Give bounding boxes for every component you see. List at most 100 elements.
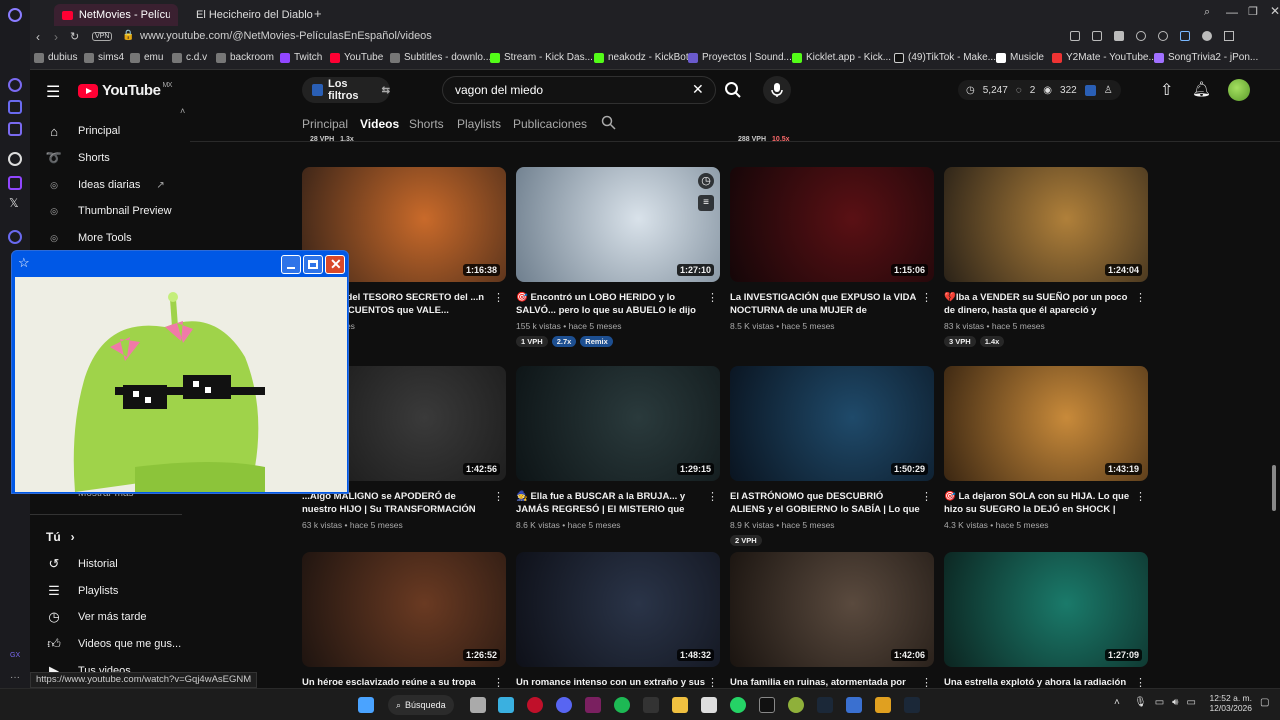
translate-icon[interactable]: [1180, 31, 1190, 41]
clock[interactable]: 12:52 a. m. 12/03/2026: [1208, 693, 1252, 713]
video-card[interactable]: 1:24:04 💔Iba a VENDER su SUEÑO por un poc…: [944, 167, 1148, 347]
forward-icon[interactable]: ›: [54, 30, 58, 44]
bookmark-item[interactable]: neakodz - KickBot: [594, 52, 689, 63]
more-actions-icon[interactable]: ⋮: [921, 490, 932, 503]
video-thumbnail[interactable]: 1:48:32: [516, 552, 720, 667]
video-title[interactable]: 🎯 La dejaron SOLA con su HIJA. Lo que hi…: [944, 490, 1148, 516]
minimize-button[interactable]: [281, 255, 301, 274]
tray-chevron-icon[interactable]: ˄: [1114, 697, 1120, 708]
youtube-logo[interactable]: YouTube MX: [78, 82, 172, 99]
close-button[interactable]: ✕: [325, 255, 345, 274]
more-actions-icon[interactable]: ⋮: [921, 291, 932, 304]
metric-pill[interactable]: Remix: [580, 336, 613, 347]
vpn-badge[interactable]: VPN: [92, 32, 113, 41]
tab-playlists[interactable]: Playlists: [457, 117, 501, 131]
voice-search-button[interactable]: [763, 76, 791, 104]
bookmark-item[interactable]: Stream - Kick Das...: [490, 52, 593, 63]
snapshot-icon[interactable]: [1070, 31, 1080, 41]
bookmark-item[interactable]: (49)TikTok - Make...: [894, 52, 996, 63]
sidebar-item-thumbnail-preview[interactable]: ◎ Thumbnail Preview: [46, 203, 171, 219]
video-thumbnail[interactable]: ◷ ≡ 1:27:10: [516, 167, 720, 282]
workspace-icon[interactable]: [8, 100, 22, 114]
wallet-icon[interactable]: [1092, 31, 1102, 41]
video-thumbnail[interactable]: 1:42:06: [730, 552, 934, 667]
tab-shorts[interactable]: Shorts: [409, 117, 444, 131]
bookmark-item[interactable]: Kicklet.app - Kick...: [792, 52, 891, 63]
gx-icon[interactable]: GX: [10, 652, 20, 659]
bookmark-item[interactable]: sims4: [84, 52, 124, 63]
bookmark-item[interactable]: Y2Mate - YouTube...: [1052, 52, 1157, 63]
opera-gx-icon[interactable]: [527, 697, 543, 713]
video-title[interactable]: 💔Iba a VENDER su SUEÑO por un poco de di…: [944, 291, 1148, 317]
video-thumbnail[interactable]: 1:15:06: [730, 167, 934, 282]
notifications-icon[interactable]: 🔔︎: [1192, 80, 1211, 98]
video-card[interactable]: 1:29:15 🧙 Ella fue a BUSCAR a la BRUJA...…: [516, 366, 720, 530]
clear-search-icon[interactable]: ✕: [692, 81, 704, 98]
video-card[interactable]: 1:15:06 La INVESTIGACIÓN que EXPUSO la VI…: [730, 167, 934, 331]
floating-window[interactable]: ☆ ✕: [11, 250, 349, 494]
video-thumbnail[interactable]: 1:26:52: [302, 552, 506, 667]
video-thumbnail[interactable]: 1:29:15: [516, 366, 720, 481]
whatsapp-icon[interactable]: [730, 697, 746, 713]
player-icon[interactable]: [8, 230, 22, 244]
you-section-header[interactable]: Tú ›: [46, 530, 75, 544]
more-actions-icon[interactable]: ⋮: [1135, 490, 1146, 503]
app-icon[interactable]: [585, 697, 601, 713]
page-scrollbar-thumb[interactable]: [1272, 465, 1276, 511]
video-card[interactable]: 1:27:09 Una estrella explotó y ahora la r…: [944, 552, 1148, 702]
spotify-icon[interactable]: [614, 697, 630, 713]
tab-netmovies[interactable]: NetMovies - Películas En E: [54, 4, 178, 26]
start-icon[interactable]: [358, 697, 374, 713]
send-icon[interactable]: [1136, 31, 1146, 41]
tab-publicaciones[interactable]: Publicaciones: [513, 117, 587, 131]
minimize-icon[interactable]: —: [1226, 5, 1238, 19]
more-actions-icon[interactable]: ⋮: [707, 291, 718, 304]
sidebar-item-more-tools[interactable]: ◎ More Tools: [46, 230, 132, 246]
reload-icon[interactable]: ↻: [70, 30, 79, 43]
extensions-icon[interactable]: [1202, 31, 1212, 41]
sidebar-item-shorts[interactable]: ➰ Shorts: [46, 150, 110, 166]
download-icon[interactable]: [1224, 31, 1234, 41]
aria-icon[interactable]: [8, 78, 22, 92]
filters-button[interactable]: Los filtros ⇆: [302, 77, 390, 103]
collapse-icon[interactable]: ˄: [180, 106, 185, 116]
steam-icon[interactable]: [904, 697, 920, 713]
extension-icon[interactable]: [8, 122, 22, 136]
opera-logo-icon[interactable]: [8, 8, 22, 22]
x-icon[interactable]: 𝕏: [9, 196, 19, 210]
task-view-icon[interactable]: [470, 697, 486, 713]
notifications-icon[interactable]: ▢: [1260, 697, 1269, 708]
notepad-icon[interactable]: [498, 697, 514, 713]
new-tab-icon[interactable]: +: [314, 6, 322, 21]
app-icon[interactable]: [846, 697, 862, 713]
search-input[interactable]: vagon del miedo: [442, 76, 716, 104]
sidebar-item-principal[interactable]: ⌂ Principal: [46, 123, 120, 139]
tab-videos[interactable]: Videos: [360, 117, 399, 131]
app-icon[interactable]: [875, 697, 891, 713]
close-window-icon[interactable]: ✕: [1270, 4, 1280, 18]
bookmark-item[interactable]: YouTube: [330, 52, 383, 63]
sidebar-item-historial[interactable]: ↺ Historial: [46, 556, 118, 572]
video-title[interactable]: 🧙 Ella fue a BUSCAR a la BRUJA... y JAMÁ…: [516, 490, 720, 516]
bookmark-item[interactable]: Proyectos | Sound...: [688, 52, 792, 63]
tab-hechicero[interactable]: El Hecicheiro del Diablo: [182, 4, 314, 26]
more-icon[interactable]: ···: [10, 672, 20, 683]
video-card[interactable]: 1:48:32 Un romance intenso con un extraño…: [516, 552, 720, 702]
avatar[interactable]: [1228, 79, 1250, 101]
search-tabs-icon[interactable]: ⌕: [1204, 6, 1210, 19]
sidebar-item-playlists[interactable]: ☰ Playlists: [46, 583, 118, 599]
system-tray[interactable]: 🎙︎ ▭ 🔊︎ ▭: [1134, 697, 1196, 708]
steam-icon[interactable]: [817, 697, 833, 713]
add-to-queue-icon[interactable]: ≡: [698, 195, 714, 211]
sidebar-item-ideas[interactable]: ◎ Ideas diarias ↗: [46, 177, 165, 193]
video-card[interactable]: ◷ ≡ 1:27:10 🎯 Encontró un LOBO HERIDO y lo …: [516, 167, 720, 347]
sidebar-item-ver-mas-tarde[interactable]: ◷ Ver más tarde: [46, 609, 146, 625]
maximize-icon[interactable]: ❐: [1248, 5, 1258, 18]
tab-principal[interactable]: Principal: [302, 117, 348, 131]
app-icon[interactable]: [701, 697, 717, 713]
menu-icon[interactable]: ☰: [46, 82, 60, 102]
bookmark-item[interactable]: Subtitles - downlo...: [390, 52, 491, 63]
video-thumbnail[interactable]: 1:24:04: [944, 167, 1148, 282]
bookmark-item[interactable]: Musicle: [996, 52, 1044, 63]
more-actions-icon[interactable]: ⋮: [493, 291, 504, 304]
